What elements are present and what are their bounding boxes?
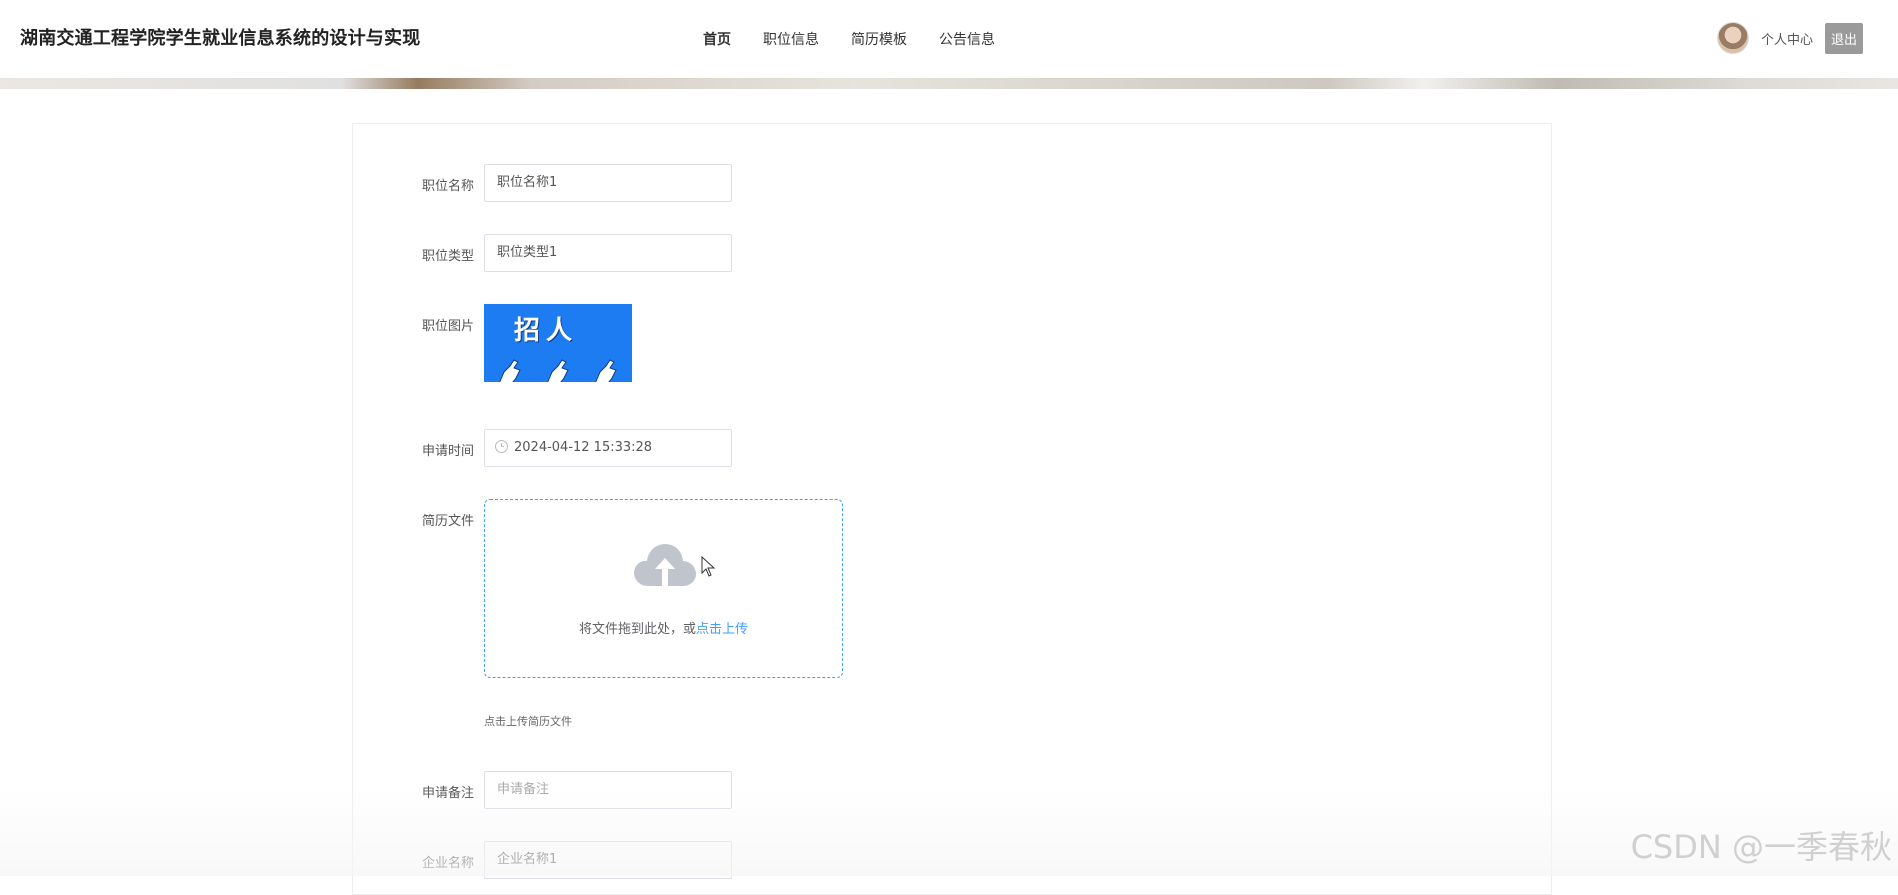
user-center-link[interactable]: 个人中心 <box>1761 29 1813 48</box>
application-form-panel: 职位名称 职位名称1 职位类型 职位类型1 职位图片 招人 申请时间 2024-… <box>352 123 1552 895</box>
position-image-text: 招人 <box>514 316 579 346</box>
nav-resume-templates[interactable]: 简历模板 <box>851 29 907 49</box>
banner-image-strip <box>0 78 1898 89</box>
user-area: 个人中心 退出 <box>1716 22 1863 54</box>
company-name-field[interactable]: 企业名称1 <box>484 841 732 879</box>
apply-time-field[interactable]: 2024-04-12 15:33:28 <box>484 429 732 467</box>
position-type-field[interactable]: 职位类型1 <box>484 234 732 272</box>
nav-home[interactable]: 首页 <box>703 29 731 49</box>
nav-announcements[interactable]: 公告信息 <box>939 29 995 49</box>
upload-hint: 点击上传简历文件 <box>484 715 572 728</box>
pointing-hand-icon <box>595 359 617 382</box>
pointing-hand-icon <box>547 359 569 382</box>
upload-instructions: 将文件拖到此处，或点击上传 <box>485 618 842 637</box>
resume-file-label: 简历文件 <box>421 514 474 529</box>
upload-drop-text: 将文件拖到此处，或 <box>578 622 696 637</box>
position-image: 招人 <box>484 304 632 382</box>
upload-link[interactable]: 点击上传 <box>696 622 748 637</box>
nav-positions[interactable]: 职位信息 <box>763 29 819 49</box>
mouse-cursor-icon <box>701 556 716 577</box>
logout-button[interactable]: 退出 <box>1824 22 1863 54</box>
position-type-label: 职位类型 <box>421 249 474 264</box>
site-title: 湖南交通工程学院学生就业信息系统的设计与实现 <box>20 28 421 49</box>
top-navbar: 湖南交通工程学院学生就业信息系统的设计与实现 首页 职位信息 简历模板 公告信息… <box>0 0 1898 79</box>
position-image-label: 职位图片 <box>421 319 474 334</box>
resume-upload-dropzone[interactable]: 将文件拖到此处，或点击上传 <box>484 499 843 678</box>
pointing-hand-icon <box>499 359 521 382</box>
position-name-field[interactable]: 职位名称1 <box>484 164 732 202</box>
avatar[interactable] <box>1716 22 1749 54</box>
main-nav: 首页 职位信息 简历模板 公告信息 <box>703 29 995 49</box>
company-name-label: 企业名称 <box>421 856 474 871</box>
watermark: CSDN @一季春秋 <box>1630 828 1892 866</box>
apply-time-value: 2024-04-12 15:33:28 <box>514 440 653 455</box>
apply-note-label: 申请备注 <box>421 786 474 801</box>
position-name-label: 职位名称 <box>421 179 474 194</box>
apply-time-label: 申请时间 <box>421 444 474 459</box>
apply-note-input[interactable]: 申请备注 <box>484 771 732 809</box>
cloud-upload-icon <box>634 544 696 586</box>
clock-icon <box>495 440 508 453</box>
